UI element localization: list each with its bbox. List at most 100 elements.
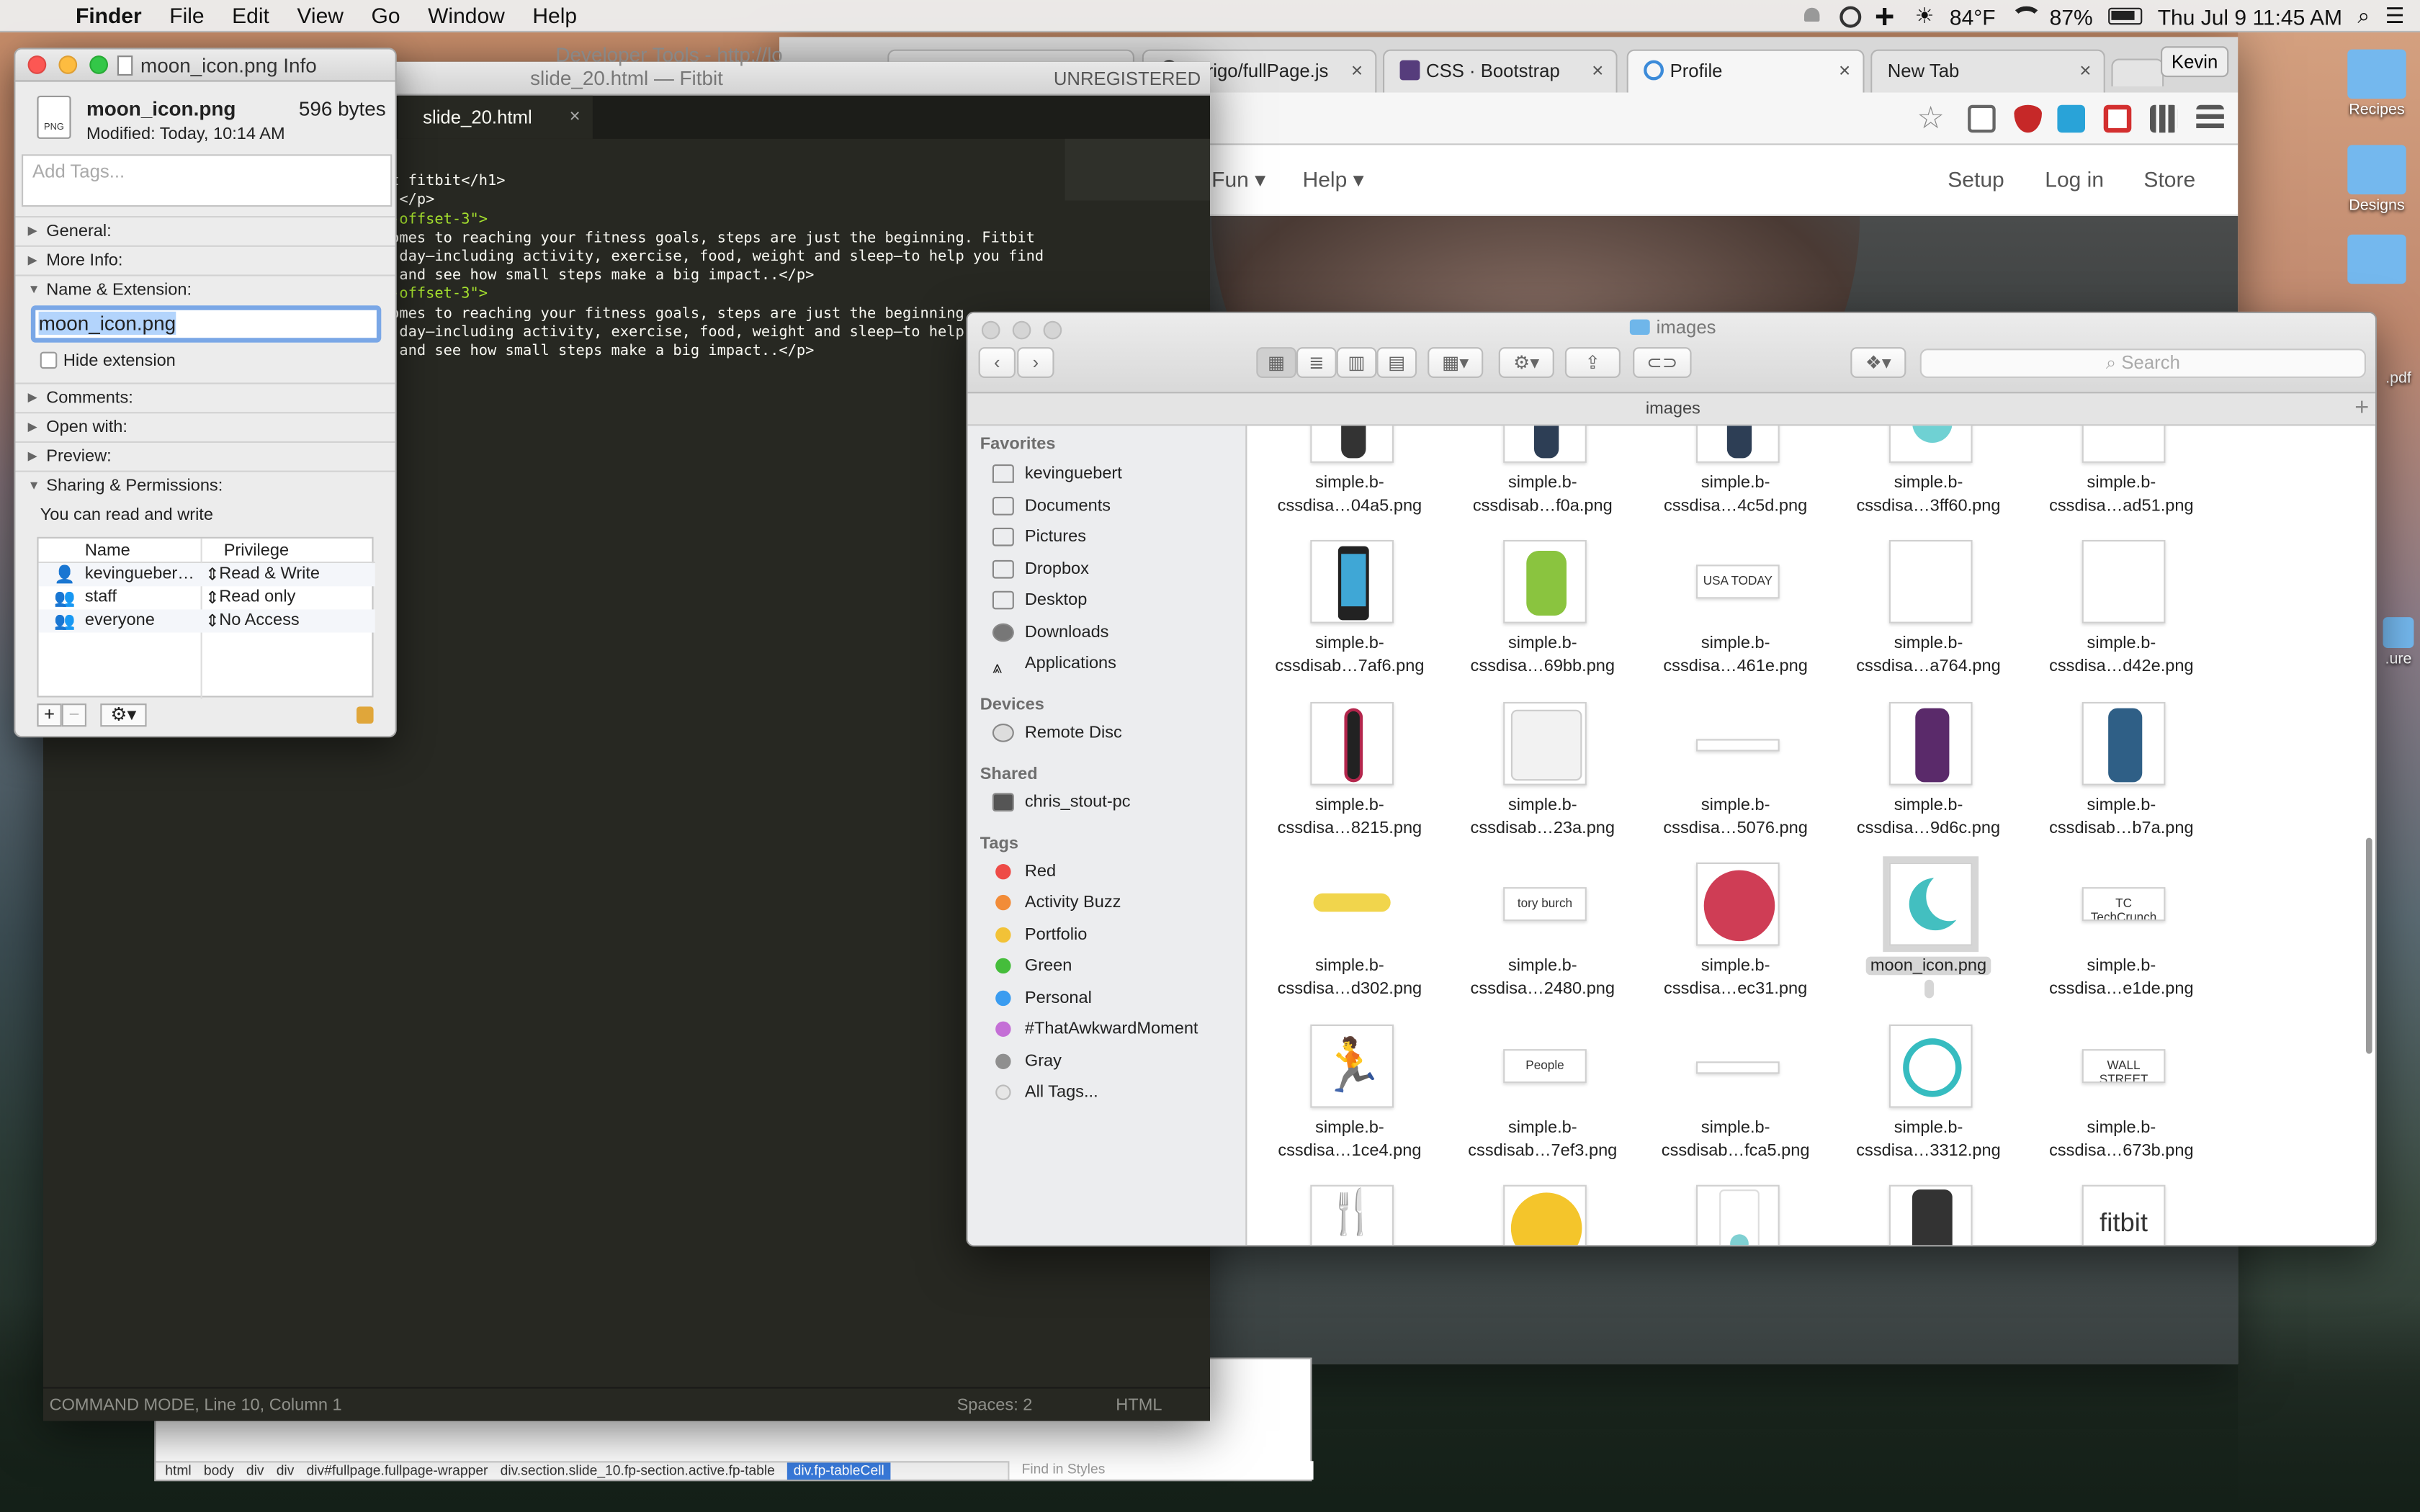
sidebar-tag-thatawkwardmoment[interactable]: #ThatAwkwardMoment xyxy=(992,1015,1247,1043)
name-extension-field[interactable]: moon_icon.png xyxy=(30,305,382,343)
table-row[interactable]: 👥 staff ⇕ Read only xyxy=(39,586,375,609)
desktop-icon-folder[interactable] xyxy=(2338,234,2415,287)
sidebar-tag-portfolio[interactable]: Portfolio xyxy=(992,921,1247,949)
crumb[interactable]: html xyxy=(165,1462,191,1480)
table-row[interactable]: 👥 everyone ⇕ No Access xyxy=(38,609,375,633)
sidebar-item-chris-stout-pc[interactable]: chris_stout-pc xyxy=(992,788,1247,816)
share-button[interactable]: ⇪ xyxy=(1564,347,1621,378)
find-in-styles-input[interactable]: Find in Styles xyxy=(1008,1461,1314,1480)
chrome-menu-icon[interactable] xyxy=(2196,104,2224,133)
dropbox-button[interactable]: ❖▾ xyxy=(1850,347,1906,378)
section-general[interactable]: ▶ General: xyxy=(15,216,395,244)
sidebar-item-desktop[interactable]: Desktop xyxy=(992,586,1247,614)
minimap[interactable] xyxy=(1065,138,1210,201)
chrome-tab-profile[interactable]: Profile × xyxy=(1626,49,1865,93)
chrome-tab-bootstrap[interactable]: CSS · Bootstrap × xyxy=(1383,49,1618,93)
desktop-icon-pdf[interactable]: .pdf xyxy=(2377,370,2420,387)
sync-status-icon[interactable] xyxy=(1839,5,1861,27)
new-tab-button[interactable] xyxy=(2111,58,2164,86)
tags-input[interactable]: Add Tags... xyxy=(22,154,393,207)
column-view-button[interactable]: ▥ xyxy=(1336,347,1377,378)
nav-setup[interactable]: Setup xyxy=(1948,166,2004,191)
menu-app-finder[interactable]: Finder xyxy=(62,3,156,27)
sidebar-tag-gray[interactable]: Gray xyxy=(992,1048,1247,1076)
nav-help[interactable]: Help ▾ xyxy=(1303,166,1364,192)
editor-tab[interactable]: slide_20.html × xyxy=(398,95,593,139)
arrange-button[interactable]: ▦▾ xyxy=(1428,347,1484,378)
action-gear-button[interactable]: ⚙▾ xyxy=(1498,347,1554,378)
sidebar-tag-all-tags[interactable]: All Tags... xyxy=(992,1079,1247,1107)
menubar-clock[interactable]: Thu Jul 9 11:45 AM xyxy=(2158,4,2342,28)
desktop-icon-designs[interactable]: Designs xyxy=(2338,145,2415,215)
menu-go[interactable]: Go xyxy=(357,3,414,27)
menu-view[interactable]: View xyxy=(283,3,357,27)
close-icon[interactable]: × xyxy=(2079,58,2091,81)
weather-temp[interactable]: 84°F xyxy=(1950,4,1996,28)
nav-store[interactable]: Store xyxy=(2143,166,2195,191)
close-icon[interactable]: × xyxy=(1592,58,1603,81)
sidebar-item-documents[interactable]: Documents xyxy=(992,492,1247,521)
forward-button[interactable]: › xyxy=(1017,347,1054,378)
ublock-icon[interactable] xyxy=(2014,104,2042,133)
list-view-button[interactable]: ≣ xyxy=(1296,347,1337,378)
notification-center-icon[interactable]: ☰ xyxy=(2385,3,2405,29)
menu-window[interactable]: Window xyxy=(414,3,519,27)
menu-help[interactable]: Help xyxy=(519,3,591,27)
menu-file[interactable]: File xyxy=(156,3,218,27)
section-open-with[interactable]: ▶ Open with: xyxy=(15,412,395,440)
sidebar-item-remote-disc[interactable]: Remote Disc xyxy=(992,719,1247,747)
weather-icon[interactable]: ☀ xyxy=(1915,3,1935,29)
close-icon[interactable]: × xyxy=(570,105,581,127)
edit-tags-button[interactable]: ⊂⊃ xyxy=(1633,347,1692,378)
indent-setting[interactable]: Spaces: 2 xyxy=(957,1389,1033,1423)
crumb[interactable]: div#fullpage.fullpage-wrapper xyxy=(307,1462,488,1480)
sidebar-tag-green[interactable]: Green xyxy=(992,952,1247,980)
battery-percent[interactable]: 87% xyxy=(2050,4,2093,28)
cast-icon[interactable] xyxy=(1968,104,1996,133)
table-row[interactable]: 👤 kevingueber… ⇕ Read & Write xyxy=(38,563,375,587)
search-input[interactable]: ⌕ Search xyxy=(1919,348,2366,378)
sidebar-item-pictures[interactable]: Pictures xyxy=(992,523,1247,551)
privilege-select[interactable]: Read only xyxy=(219,588,295,606)
close-window-button[interactable] xyxy=(27,55,47,74)
minimize-window-button[interactable] xyxy=(58,55,78,74)
crumb[interactable]: body xyxy=(204,1462,234,1480)
privilege-select[interactable]: Read & Write xyxy=(219,564,320,583)
sidebar-item-kevinguebert[interactable]: kevinguebert xyxy=(992,460,1247,488)
bookmark-star-icon[interactable]: ☆ xyxy=(1917,99,1944,138)
battery-icon[interactable] xyxy=(2108,7,2143,25)
crumb[interactable]: div.section.slide_10.fp-section.active.f… xyxy=(501,1462,775,1480)
notification-bell-icon[interactable] xyxy=(1801,6,1824,27)
crumb-selected[interactable]: div.fp-tableCell xyxy=(787,1462,891,1480)
scrollbar[interactable] xyxy=(2366,837,2372,1054)
medical-cross-icon[interactable] xyxy=(1875,0,1899,37)
nav-login[interactable]: Log in xyxy=(2045,166,2104,191)
extension-bars-icon[interactable] xyxy=(2150,104,2178,133)
lock-icon[interactable] xyxy=(356,706,374,724)
chrome-tab-newtab[interactable]: New Tab × xyxy=(1870,49,2105,93)
sidebar-item-applications[interactable]: ⩓ Applications xyxy=(992,649,1247,678)
section-name-extension[interactable]: ▼ Name & Extension: xyxy=(15,274,395,302)
nav-fun[interactable]: Fun ▾ xyxy=(1211,166,1265,192)
crumb[interactable]: div xyxy=(277,1462,295,1480)
sidebar-item-dropbox[interactable]: Dropbox xyxy=(992,555,1247,583)
add-tab-icon[interactable]: + xyxy=(2354,393,2369,424)
syntax-setting[interactable]: HTML xyxy=(1116,1389,1162,1423)
sidebar-item-downloads[interactable]: Downloads xyxy=(992,618,1247,647)
sidebar-tag-activity-buzz[interactable]: Activity Buzz xyxy=(992,888,1247,917)
remove-user-button[interactable]: − xyxy=(61,703,86,727)
coverflow-view-button[interactable]: ▤ xyxy=(1376,347,1417,378)
privilege-select[interactable]: No Access xyxy=(219,611,299,630)
icon-view-button[interactable]: ▦ xyxy=(1256,347,1296,378)
close-icon[interactable]: × xyxy=(1839,58,1850,81)
close-icon[interactable]: × xyxy=(1351,58,1363,81)
extension-cross-icon[interactable] xyxy=(2103,104,2132,133)
spotlight-search-icon[interactable]: ⌕ xyxy=(2357,3,2370,29)
menu-edit[interactable]: Edit xyxy=(218,3,283,27)
extension-m-icon[interactable] xyxy=(2057,104,2085,133)
back-button[interactable]: ‹ xyxy=(978,347,1016,378)
section-comments[interactable]: ▶ Comments: xyxy=(15,382,395,410)
gear-menu-button[interactable]: ⚙▾ xyxy=(100,703,147,727)
section-sharing-permissions[interactable]: ▼ Sharing & Permissions: xyxy=(15,470,395,499)
desktop-icon-recipes[interactable]: Recipes xyxy=(2338,49,2415,119)
